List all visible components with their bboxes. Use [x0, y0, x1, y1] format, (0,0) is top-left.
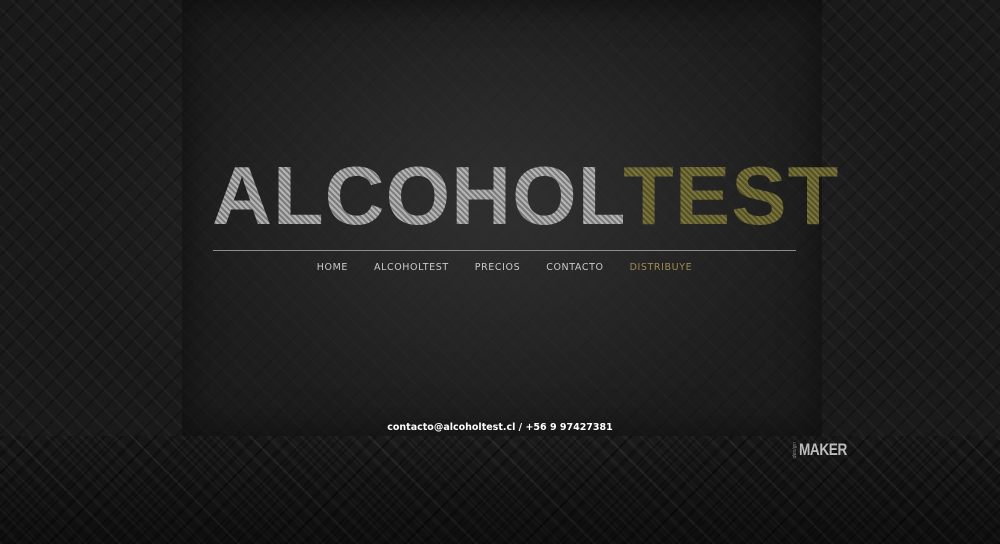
header-divider — [213, 250, 796, 251]
nav-item-alcoholtest[interactable]: ALCOHOLTEST — [361, 262, 462, 273]
logo-word-test: TEST — [623, 149, 840, 242]
page: ALCOHOLTEST HOME ALCOHOLTEST PRECIOS CON… — [0, 0, 1000, 544]
site-logo[interactable]: ALCOHOLTEST — [212, 154, 838, 237]
maker-credit-logo[interactable]: design MAKER — [792, 439, 859, 461]
main-nav: HOME ALCOHOLTEST PRECIOS CONTACTO DISTRI… — [213, 259, 796, 275]
nav-item-contacto[interactable]: CONTACTO — [533, 262, 616, 273]
logo-word-alcohol: ALCOHOL — [212, 149, 624, 242]
nav-item-distribuye[interactable]: DISTRIBUYE — [617, 262, 706, 273]
nav-item-home[interactable]: HOME — [304, 262, 361, 273]
nav-item-precios[interactable]: PRECIOS — [462, 262, 533, 273]
contact-info[interactable]: contacto@alcoholtest.cl / +56 9 97427381 — [300, 422, 700, 433]
maker-credit-small: design — [792, 441, 798, 459]
maker-credit-big: MAKER — [799, 440, 847, 459]
